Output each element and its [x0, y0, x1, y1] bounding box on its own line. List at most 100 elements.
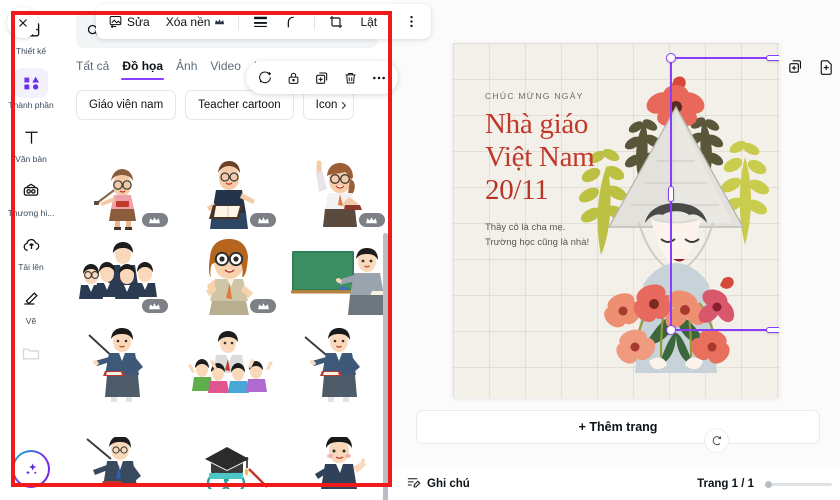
subtext-line-2: Trường học cũng là nhà! [485, 237, 590, 248]
cloud-upload-icon [14, 230, 48, 260]
sidebar-item-label: Thành phần [8, 100, 54, 110]
edit-image-label: Sửa [127, 14, 150, 29]
status-badge-premium [141, 299, 168, 313]
result-item-teacher-waving[interactable] [283, 403, 392, 489]
comment-add-icon[interactable] [257, 70, 273, 86]
corner-radius-button[interactable] [279, 8, 307, 35]
result-item-teacher-glasses-pointing[interactable] [175, 231, 284, 317]
resize-handle-bottom[interactable] [765, 327, 779, 333]
tab-tat-ca[interactable]: Tất cả [76, 59, 109, 80]
resize-handle-top-left[interactable] [666, 53, 676, 63]
object-context-toolbar [246, 61, 398, 94]
zoom-slider-thumb[interactable] [765, 480, 772, 488]
duplicate-page-icon[interactable] [787, 58, 804, 75]
page-counter: Trang 1 / 1 [697, 478, 754, 490]
chip-teacher-cartoon[interactable]: Teacher cartoon [185, 90, 294, 120]
corner-radius-icon [285, 14, 301, 30]
folder-icon [14, 338, 48, 368]
sidebar-item-van-ban[interactable]: Văn bản [2, 122, 60, 169]
lines-stack-icon [252, 14, 269, 29]
more-options-button[interactable] [398, 8, 425, 35]
result-item-male-teacher-pointer[interactable] [66, 403, 175, 489]
headline-line-3: 20/11 [485, 174, 549, 206]
resize-handle-bottom-left[interactable] [666, 325, 676, 335]
design-text-block[interactable]: CHÚC MỪNG NGÀY Nhà giáo Việt Nam 20/11 T… [485, 91, 635, 250]
canva-editor-screen: Thiết kế Thành phần Văn bản Thương hi...… [0, 0, 840, 500]
chip-giao-vien-nam[interactable]: Giáo viên nam [76, 90, 177, 120]
result-item-teacher-with-students[interactable] [66, 231, 175, 317]
close-panel-button[interactable] [7, 7, 38, 38]
lock-icon[interactable] [286, 70, 301, 86]
status-badge-premium [141, 213, 168, 227]
sidebar-item-thuong-hieu[interactable]: Thương hi... [2, 176, 60, 223]
tab-anh[interactable]: Ảnh [176, 59, 197, 80]
status-badge-premium [358, 213, 385, 227]
sidebar-item-label: Tải lên [18, 262, 44, 272]
result-item-teacher-reading-book[interactable] [175, 145, 284, 231]
editor-area: CHÚC MỪNG NGÀY Nhà giáo Việt Nam 20/11 T… [392, 0, 840, 500]
result-item-teacher-at-blackboard[interactable] [283, 231, 392, 317]
results-row-2 [66, 231, 392, 317]
remove-background-button[interactable]: Xóa nền [160, 8, 232, 35]
resize-handle-top[interactable] [765, 55, 779, 61]
refresh-button[interactable] [704, 428, 729, 453]
result-item-teacher-kids-group[interactable] [175, 317, 284, 403]
editor-bottom-bar: Ghi chú Trang 1 / 1 [392, 468, 840, 500]
trash-icon[interactable] [343, 70, 358, 86]
sidebar-item-folder[interactable] [2, 338, 60, 385]
crown-icon [366, 216, 378, 223]
crown-icon [214, 18, 225, 26]
tab-video[interactable]: Video [210, 59, 240, 80]
duplicate-icon[interactable] [314, 70, 330, 86]
sidebar-item-ve[interactable]: Vẽ [2, 284, 60, 331]
results-row-1 [66, 145, 392, 231]
edit-image-button[interactable]: Sửa [102, 8, 156, 35]
result-item-teacher-stick-blue-right[interactable] [283, 317, 392, 403]
notes-icon [406, 475, 421, 493]
sidebar-item-tai-len[interactable]: Tải lên [2, 230, 60, 277]
more-horizontal-icon[interactable] [371, 70, 387, 86]
page-tools [787, 58, 834, 75]
add-page-icon[interactable] [817, 58, 834, 75]
status-badge-premium [250, 299, 277, 313]
add-page-button[interactable]: + Thêm trang [416, 410, 820, 444]
sidebar-item-label: Thương hi... [7, 208, 55, 218]
page-headline: Nhà giáo Việt Nam 20/11 [485, 108, 635, 207]
refresh-icon [712, 435, 721, 445]
page-kicker: CHÚC MỪNG NGÀY [485, 91, 584, 101]
tab-do-hoa[interactable]: Đồ họa [121, 59, 164, 80]
page-subtext: Thầy cô là cha mẹ. Trường học cũng là nh… [485, 220, 635, 250]
result-item-teacher-pointer-pink[interactable] [66, 145, 175, 231]
headline-line-1: Nhà giáo [485, 108, 589, 140]
panel-scrollbar[interactable] [383, 233, 388, 500]
toolbar-divider [390, 13, 392, 30]
brand-kit-icon [14, 176, 48, 206]
result-item-teacher-stick-blue-left[interactable] [66, 317, 175, 403]
zoom-slider[interactable] [765, 480, 832, 488]
toolbar-divider [314, 13, 316, 30]
status-badge-premium [250, 213, 277, 227]
crop-button[interactable] [322, 8, 350, 35]
image-edit-icon [108, 14, 123, 29]
flip-button[interactable]: Lật [354, 8, 383, 35]
crown-icon [149, 216, 161, 223]
notes-button[interactable]: Ghi chú [406, 475, 470, 493]
crown-icon [149, 302, 161, 309]
magic-sparkle-icon [25, 462, 36, 475]
resize-handle-left[interactable] [668, 186, 674, 202]
flip-label: Lật [360, 14, 378, 29]
search-results-grid [62, 145, 392, 500]
result-item-graduation-cap-books[interactable] [175, 403, 284, 489]
canvas-viewport: CHÚC MỪNG NGÀY Nhà giáo Việt Nam 20/11 T… [392, 43, 840, 398]
sidebar-item-thanh-phan[interactable]: Thành phần [2, 68, 60, 115]
magic-ai-button[interactable] [12, 450, 50, 488]
chip-icon[interactable]: Icon [302, 90, 355, 120]
selection-frame[interactable] [666, 53, 779, 335]
results-row-4 [66, 403, 392, 489]
shapes-icon [14, 68, 48, 98]
left-sidebar: Thiết kế Thành phần Văn bản Thương hi...… [0, 0, 62, 500]
lines-stack-button[interactable] [246, 8, 275, 35]
result-item-teacher-raising-hand[interactable] [283, 145, 392, 231]
design-page[interactable]: CHÚC MỪNG NGÀY Nhà giáo Việt Nam 20/11 T… [453, 43, 779, 398]
results-row-3 [66, 317, 392, 403]
